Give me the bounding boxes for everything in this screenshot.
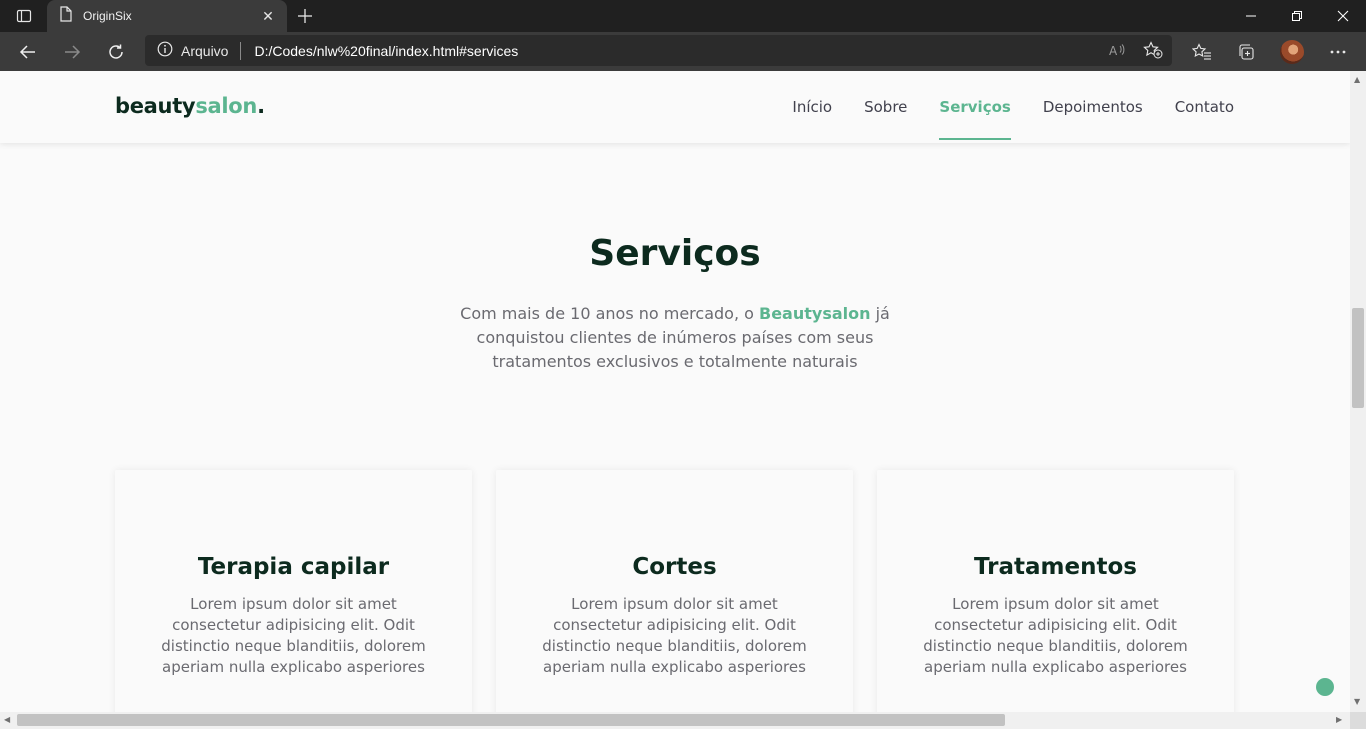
logo-accent: salon — [195, 94, 258, 118]
browser-tab[interactable]: OriginSix ✕ — [47, 0, 287, 32]
tab-title: OriginSix — [83, 9, 132, 23]
page-viewport: beautysalon. Início Sobre Serviços Depoi… — [0, 71, 1350, 712]
site-logo[interactable]: beautysalon. — [115, 94, 265, 118]
scrollbar-corner — [1350, 712, 1366, 729]
back-to-top-button[interactable] — [1316, 678, 1334, 696]
main-menu: Início Sobre Serviços Depoimentos Contat… — [792, 98, 1234, 140]
profile-avatar[interactable] — [1280, 40, 1304, 64]
vertical-scrollbar[interactable]: ▲ ▼ — [1350, 71, 1366, 712]
collections-icon[interactable] — [1232, 38, 1260, 66]
menu-item-inicio[interactable]: Início — [792, 98, 832, 140]
address-bar-actions: A — [1106, 39, 1164, 61]
services-cards: Terapia capilar Lorem ipsum dolor sit am… — [115, 470, 1235, 712]
minimize-icon[interactable] — [1228, 0, 1274, 32]
subtitle-brand: Beautysalon — [759, 304, 871, 323]
svg-text:A: A — [1109, 44, 1118, 58]
new-tab-button[interactable] — [293, 4, 317, 28]
menu-item-depoimentos[interactable]: Depoimentos — [1043, 98, 1143, 140]
address-bar[interactable]: Arquivo D:/Codes/nlw%20final/index.html#… — [145, 35, 1172, 66]
service-card-text: Lorem ipsum dolor sit amet consectetur a… — [542, 595, 807, 676]
window-controls — [1228, 0, 1366, 32]
add-favorite-icon[interactable] — [1142, 39, 1164, 61]
info-icon[interactable] — [157, 41, 173, 61]
page-icon — [59, 6, 73, 26]
more-icon[interactable] — [1324, 38, 1352, 66]
subtitle-before: Com mais de 10 anos no mercado, o — [460, 304, 759, 323]
menu-item-servicos[interactable]: Serviços — [939, 98, 1012, 140]
services-subtitle: Com mais de 10 anos no mercado, o Beauty… — [445, 302, 905, 374]
forward-arrow-icon[interactable] — [58, 38, 86, 66]
service-card-text: Lorem ipsum dolor sit amet consectetur a… — [161, 595, 426, 676]
restore-icon[interactable] — [1274, 0, 1320, 32]
site-header: beautysalon. Início Sobre Serviços Depoi… — [0, 71, 1350, 143]
menu-item-contato[interactable]: Contato — [1175, 98, 1234, 140]
service-card-title: Tratamentos — [974, 554, 1137, 580]
scroll-left-arrow-icon[interactable]: ◀ — [4, 715, 10, 724]
logo-main: beauty — [115, 94, 196, 118]
favorites-icon[interactable] — [1188, 38, 1216, 66]
services-title: Serviços — [589, 233, 761, 274]
site-info-label[interactable]: Arquivo — [181, 43, 228, 59]
address-divider — [240, 41, 242, 60]
service-card-text: Lorem ipsum dolor sit amet consectetur a… — [923, 595, 1188, 676]
service-card: Terapia capilar Lorem ipsum dolor sit am… — [115, 470, 472, 712]
tab-actions-icon[interactable] — [10, 6, 38, 26]
horizontal-scrollbar[interactable]: ◀ ▶ — [0, 712, 1350, 729]
horizontal-scroll-thumb[interactable] — [17, 714, 1005, 726]
close-tab-icon[interactable]: ✕ — [259, 8, 277, 25]
service-card-title: Terapia capilar — [197, 554, 390, 580]
logo-dot: . — [257, 94, 265, 118]
read-aloud-icon[interactable]: A — [1106, 39, 1128, 61]
scroll-up-arrow-icon[interactable]: ▲ — [1354, 75, 1360, 84]
service-card: Cortes Lorem ipsum dolor sit amet consec… — [496, 470, 853, 712]
url-text[interactable]: D:/Codes/nlw%20final/index.html#services — [254, 43, 518, 59]
browser-tab-bar: OriginSix ✕ — [0, 0, 1366, 32]
service-card-title: Cortes — [632, 554, 717, 580]
scroll-down-arrow-icon[interactable]: ▼ — [1354, 697, 1360, 706]
scroll-right-arrow-icon[interactable]: ▶ — [1336, 715, 1342, 724]
reload-icon[interactable] — [102, 38, 130, 66]
close-window-icon[interactable] — [1320, 0, 1366, 32]
back-arrow-icon[interactable] — [14, 38, 42, 66]
browser-toolbar: Arquivo D:/Codes/nlw%20final/index.html#… — [0, 32, 1366, 71]
vertical-scroll-thumb[interactable] — [1352, 308, 1364, 408]
menu-item-sobre[interactable]: Sobre — [864, 98, 907, 140]
service-card: Tratamentos Lorem ipsum dolor sit amet c… — [877, 470, 1234, 712]
